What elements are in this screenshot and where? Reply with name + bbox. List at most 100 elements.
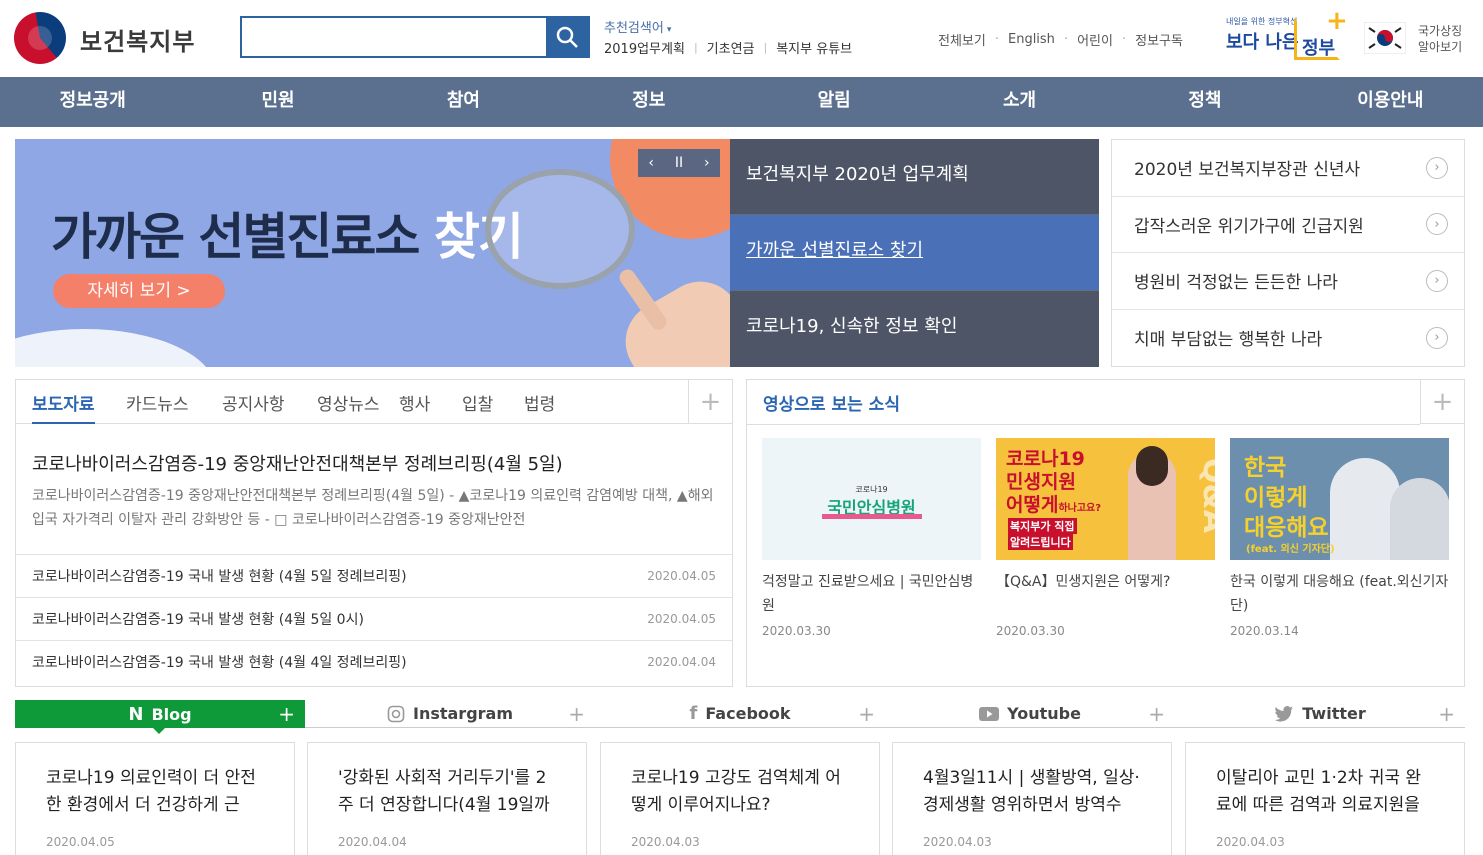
blog-card[interactable]: '강화된 사회적 거리두기'를 2주 더 연장합니다(4월 19일까 2020.0… [307, 742, 587, 855]
quick-link[interactable]: 2020년 보건복지부장관 신년사 › [1112, 140, 1464, 197]
nav-item-info[interactable]: 정보 [556, 77, 741, 127]
quick-link[interactable]: 갑작스러운 위기가구에 긴급지원 › [1112, 197, 1464, 253]
tab-video-news[interactable]: 영상뉴스 [317, 390, 380, 415]
blog-card[interactable]: 코로나19 고강도 검역체계 어떻게 이루어지나요? 2020.04.03 [600, 742, 880, 855]
sns-tab-instagram[interactable]: Instargram + [305, 700, 595, 728]
plus-icon[interactable]: + [1438, 702, 1455, 726]
symbol-label-2: 알아보기 [1418, 40, 1463, 54]
ministry-emblem-logo[interactable] [14, 12, 66, 64]
keyword-link[interactable]: 2019업무계획 [604, 38, 685, 57]
video-card[interactable]: 코로나19 민생지원 어떻게하나고요? 복지부가 직접 알려드립니다 Q&A 【… [996, 438, 1215, 638]
badge-tagline: 내일을 위한 정부혁신 [1226, 17, 1298, 26]
news-row[interactable]: 코로나바이러스감염증-19 국내 발생 현황 (4월 4일 정례브리핑) 2020… [16, 640, 732, 683]
news-panel: 보도자료 카드뉴스 공지사항 영상뉴스 행사 입찰 법령 + 코로나바이러스감염… [15, 379, 733, 687]
prev-arrow-icon[interactable]: ‹ [648, 155, 654, 171]
news-row[interactable]: 코로나바이러스감염증-19 국내 발생 현황 (4월 5일 0시) 2020.04… [16, 597, 732, 640]
instagram-icon [387, 705, 405, 723]
news-more-plus-icon[interactable]: + [688, 380, 732, 424]
national-symbol-link[interactable]: 국가상징 알아보기 [1364, 20, 1464, 56]
sns-tab-youtube[interactable]: Youtube + [885, 700, 1175, 728]
site-logo-text[interactable]: 보건복지부 [80, 22, 195, 57]
keyword-link[interactable]: 복지부 유튜브 [776, 38, 852, 57]
page: { "header": { "logo_text": "보건복지부", "sea… [0, 0, 1483, 855]
youtube-icon [979, 706, 1000, 721]
video-card[interactable]: 코로나19 국민안심병원 걱정말고 진료받으세요 | 국민안심병원 2020.0… [762, 438, 981, 638]
next-arrow-icon[interactable]: › [704, 155, 710, 171]
tab-bids[interactable]: 입찰 [462, 390, 493, 415]
util-link-sitemap[interactable]: 전체보기 [938, 30, 986, 49]
search-button[interactable] [546, 18, 588, 56]
video-caption: 걱정말고 진료받으세요 | 국민안심병원 [762, 574, 974, 614]
video-thumbnail: 코로나19 민생지원 어떻게하나고요? 복지부가 직접 알려드립니다 Q&A [996, 438, 1215, 560]
blog-card-title: 4월3일11시 | 생활방역, 일상·경제생활 영위하면서 방역수 [923, 768, 1140, 815]
quick-link[interactable]: 치매 부담없는 행복한 나라 › [1112, 310, 1464, 367]
symbol-label-1: 국가상징 [1418, 24, 1463, 38]
banner-tab-active[interactable]: 가까운 선별진료소 찾기 [730, 215, 1099, 291]
tab-card-news[interactable]: 카드뉴스 [126, 390, 189, 415]
pause-icon[interactable]: II [675, 155, 683, 171]
sns-tab-blog[interactable]: N Blog + [15, 700, 305, 734]
news-row[interactable]: 코로나바이러스감염증-19 국내 발생 현황 (4월 5일 정례브리핑) 2020… [16, 554, 732, 597]
blog-card[interactable]: 4월3일11시 | 생활방역, 일상·경제생활 영위하면서 방역수 2020.04… [892, 742, 1172, 855]
util-link-subscribe[interactable]: 정보구독 [1135, 30, 1183, 49]
main-navigation: 정보공개 민원 참여 정보 알림 소개 정책 이용안내 [0, 77, 1483, 127]
blog-card-date: 2020.04.03 [1216, 835, 1285, 849]
thumb-side-text: Q&A [1195, 458, 1215, 533]
video-card[interactable]: 한국 이렇게 대응해요 (feat. 외신 기자단) 한국 이렇게 대응해요 (… [1230, 438, 1449, 638]
nav-item-notice[interactable]: 알림 [742, 77, 927, 127]
video-caption: 한국 이렇게 대응해요 (feat.외신기자단) [1230, 574, 1449, 614]
thumb-underline [822, 514, 922, 519]
nav-item-policy[interactable]: 정책 [1112, 77, 1297, 127]
blog-card-date: 2020.04.03 [631, 835, 700, 849]
nav-item-about[interactable]: 소개 [927, 77, 1112, 127]
util-link-kids[interactable]: 어린이 [1077, 30, 1113, 49]
banner-tab[interactable]: 코로나19, 신속한 정보 확인 [730, 291, 1099, 367]
video-more-plus-icon[interactable]: + [1420, 380, 1464, 424]
quick-link[interactable]: 병원비 걱정없는 든든한 나라 › [1112, 253, 1464, 310]
util-link-english[interactable]: English [1008, 32, 1055, 47]
plus-icon[interactable]: + [858, 702, 875, 726]
banner-more-button[interactable]: 자세히 보기 > [53, 274, 225, 308]
quick-link-label: 치매 부담없는 행복한 나라 [1134, 330, 1323, 351]
blog-card-date: 2020.04.05 [46, 835, 115, 849]
thumb-line-5: 알려드립니다 [1008, 534, 1073, 550]
news-summary[interactable]: 코로나바이러스감염증-19 중앙재난안전대책본부 정례브리핑(4월 5일) - … [32, 484, 718, 532]
chevron-right-icon: › [1426, 326, 1448, 349]
thumb-line-2: 이렇게 [1244, 485, 1308, 511]
tab-press-release[interactable]: 보도자료 [32, 390, 95, 424]
video-date: 2020.03.30 [996, 624, 1065, 638]
tab-notices[interactable]: 공지사항 [222, 390, 285, 415]
government-innovation-badge[interactable]: 내일을 위한 정부혁신 보다 나은 정부 + [1224, 6, 1348, 62]
blog-card-date: 2020.04.03 [923, 835, 992, 849]
blog-card[interactable]: 이탈리아 교민 1·2차 귀국 완료에 따른 검역과 의료지원을 2020.04.… [1185, 742, 1465, 855]
recommend-keyword-dropdown[interactable]: 추천검색어 ▾ [604, 17, 671, 36]
search-input[interactable] [242, 18, 548, 56]
video-thumbnail: 한국 이렇게 대응해요 (feat. 외신 기자단) [1230, 438, 1449, 560]
news-row-title: 코로나바이러스감염증-19 국내 발생 현황 (4월 5일 정례브리핑) [32, 569, 407, 585]
blog-card[interactable]: 코로나19 의료인력이 더 안전한 환경에서 더 건강하게 근 2020.04.0… [15, 742, 295, 855]
nav-item-guide[interactable]: 이용안내 [1298, 77, 1483, 127]
sns-tab-label: Blog [151, 704, 192, 724]
tab-events[interactable]: 행사 [399, 390, 430, 415]
plus-icon[interactable]: + [1148, 702, 1165, 726]
keyword-link[interactable]: 기초연금 [707, 38, 755, 57]
thumb-line-3: 대응해요 [1244, 515, 1329, 541]
plus-icon[interactable]: + [278, 702, 295, 726]
sns-tab-label: Twitter [1302, 704, 1366, 723]
main-banner[interactable]: 가까운 선별진료소 찾기 자세히 보기 > ‹ II › [15, 139, 730, 367]
nav-item-civil[interactable]: 민원 [185, 77, 370, 127]
plus-icon: + [1326, 6, 1348, 36]
thumb-line-3-main: 어떻게 [1006, 494, 1059, 516]
sns-tab-twitter[interactable]: Twitter + [1175, 700, 1465, 728]
thumb-line-4: 복지부가 직접 [1008, 518, 1077, 534]
banner-tab[interactable]: 보건복지부 2020년 업무계획 [730, 139, 1099, 215]
blog-card-date: 2020.04.04 [338, 835, 407, 849]
tab-laws[interactable]: 법령 [524, 390, 555, 415]
plus-icon[interactable]: + [568, 702, 585, 726]
thumb-line-1: 한국 [1244, 455, 1287, 481]
nav-item-participation[interactable]: 참여 [371, 77, 556, 127]
sns-tab-facebook[interactable]: f Facebook + [595, 700, 885, 728]
utility-menu: 전체보기 · English · 어린이 · 정보구독 [938, 30, 1183, 49]
nav-item-disclosure[interactable]: 정보공개 [0, 77, 185, 127]
news-headline[interactable]: 코로나바이러스감염증-19 중앙재난안전대책본부 정례브리핑(4월 5일) [32, 450, 563, 476]
